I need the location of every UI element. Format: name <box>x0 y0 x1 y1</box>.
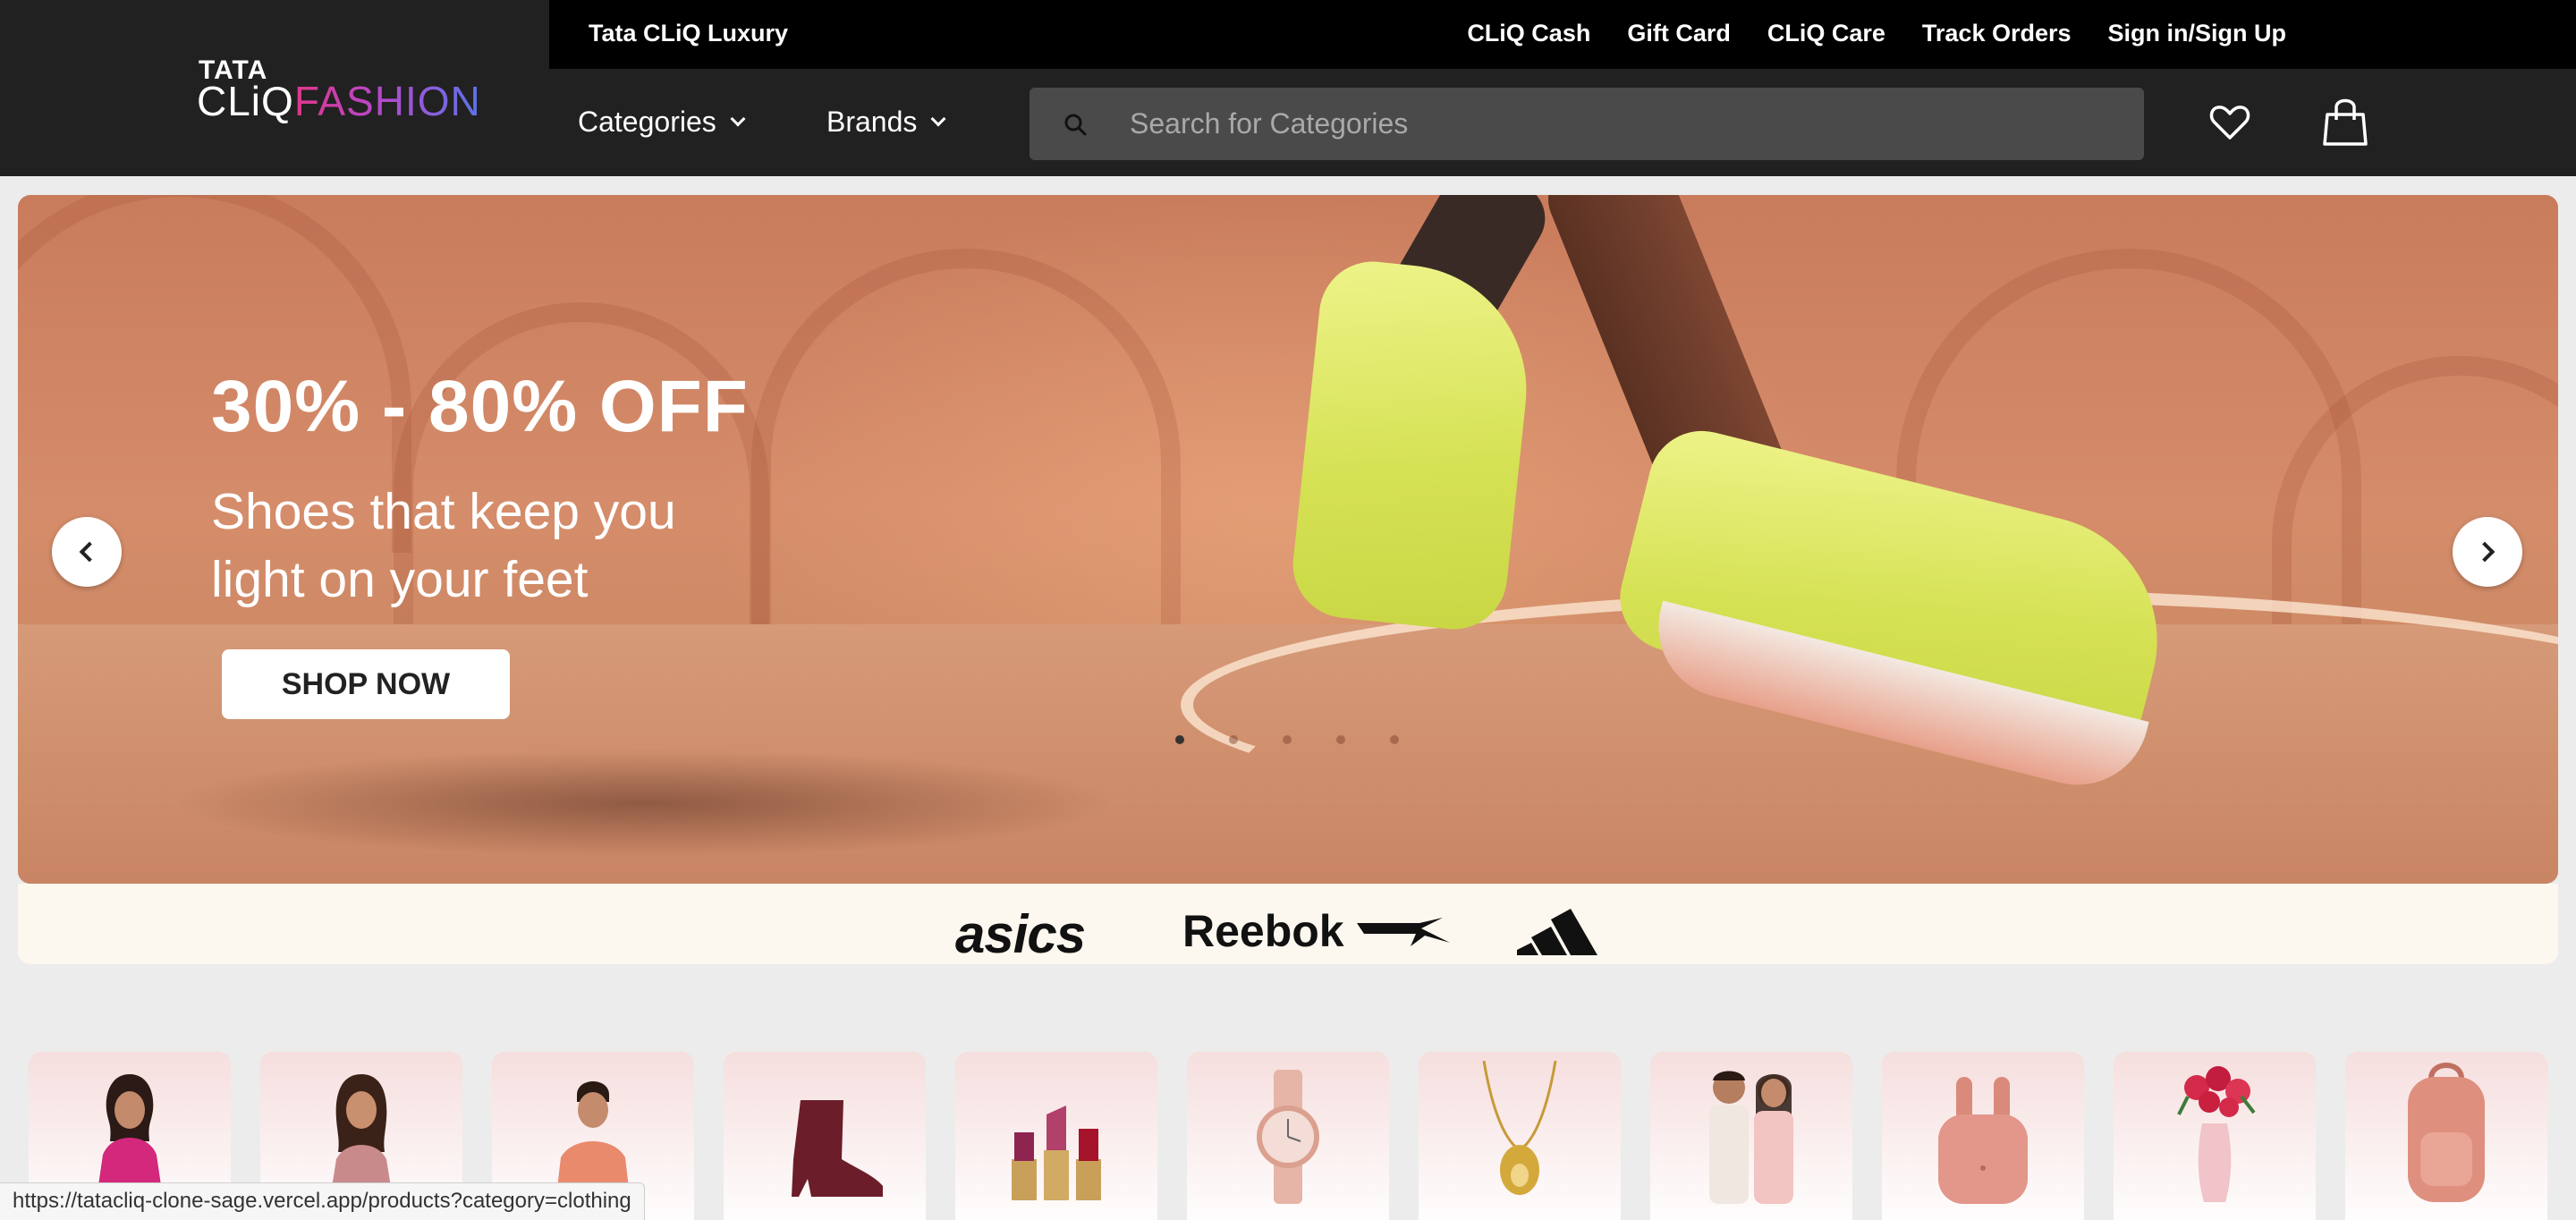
flower-vase-image <box>2177 1066 2256 1202</box>
lipsticks-image <box>1012 1106 1101 1200</box>
banner-shadow <box>18 732 1270 884</box>
banner-subtitle: Shoes that keep you light on your feet <box>211 483 676 608</box>
reebok-vector-icon <box>1356 918 1450 946</box>
category-card-footwear[interactable] <box>724 1052 926 1220</box>
logo-wordmark: CLiQFASHION <box>197 77 481 125</box>
banner-title: 30% - 80% OFF <box>211 366 749 447</box>
category-card-home[interactable] <box>2114 1052 2316 1220</box>
utility-links: CLiQ Cash Gift Card CLiQ Care Track Orde… <box>1467 20 2286 47</box>
cliq-cash-link[interactable]: CLiQ Cash <box>1467 20 1590 47</box>
asics-logo: asics <box>955 904 1086 964</box>
search-bar <box>1030 88 2144 160</box>
hero-banner[interactable]: 30% - 80% OFF Shoes that keep you light … <box>18 195 2558 884</box>
chevron-left-icon <box>79 541 100 563</box>
category-card-kids[interactable] <box>1650 1052 1852 1220</box>
backpack-image <box>2408 1063 2485 1202</box>
cliq-care-link[interactable]: CLiQ Care <box>1767 20 1885 47</box>
categories-dropdown[interactable]: Categories <box>578 106 746 139</box>
top-utility-bar: Tata CLiQ Luxury CLiQ Cash Gift Card CLi… <box>549 0 2576 69</box>
status-bar-url: https://tatacliq-clone-sage.vercel.app/p… <box>0 1182 645 1220</box>
heart-icon[interactable] <box>2209 104 2250 141</box>
carousel-dot[interactable] <box>1336 735 1345 744</box>
page: TATA CLiQFASHION Tata CLiQ Luxury CLiQ C… <box>0 0 2576 1220</box>
kids-image <box>1709 1071 1793 1204</box>
reebok-logo: Reebok <box>1182 905 1452 957</box>
track-orders-link[interactable]: Track Orders <box>1922 20 2072 47</box>
category-card-beauty[interactable] <box>955 1052 1157 1220</box>
carousel-dot[interactable] <box>1175 735 1184 744</box>
brands-dropdown[interactable]: Brands <box>826 106 946 139</box>
chevron-down-icon <box>930 111 946 126</box>
brands-label: Brands <box>826 106 918 138</box>
logo-cliq-text: CLiQ <box>197 78 294 124</box>
chevron-right-icon <box>2474 541 2496 563</box>
carousel-dots <box>1175 735 1399 744</box>
logo-fashion-text: FASHION <box>293 78 481 124</box>
category-card-jewellery[interactable] <box>1419 1052 1621 1220</box>
chevron-down-icon <box>730 111 746 126</box>
carousel-dot[interactable] <box>1390 735 1399 744</box>
shopping-bag-icon[interactable] <box>2322 97 2368 147</box>
search-input[interactable] <box>1130 88 2114 160</box>
carousel-prev-button[interactable] <box>52 517 122 587</box>
ankle-boot-image <box>792 1100 883 1197</box>
carousel-dot[interactable] <box>1229 735 1238 744</box>
carousel-dot[interactable] <box>1283 735 1292 744</box>
gold-necklace-image <box>1482 1061 1557 1195</box>
tata-cliq-luxury-link[interactable]: Tata CLiQ Luxury <box>589 20 788 47</box>
sign-in-link[interactable]: Sign in/Sign Up <box>2108 20 2286 47</box>
categories-label: Categories <box>578 106 716 138</box>
gift-card-link[interactable]: Gift Card <box>1627 20 1731 47</box>
search-icon <box>1064 114 1087 136</box>
category-card-watches[interactable] <box>1187 1052 1389 1220</box>
shop-now-button[interactable]: SHOP NOW <box>222 649 510 719</box>
banner-arch-decoration <box>751 249 1181 624</box>
site-header: TATA CLiQFASHION Tata CLiQ Luxury CLiQ C… <box>0 0 2576 176</box>
category-card-electronics[interactable] <box>1882 1052 2084 1220</box>
earbuds-image <box>1938 1077 2028 1204</box>
reebok-wordmark: Reebok <box>1182 906 1344 956</box>
adidas-logo <box>1517 909 1597 955</box>
wrist-watch-image <box>1257 1070 1319 1204</box>
tata-cliq-fashion-logo[interactable]: TATA CLiQFASHION <box>0 0 549 176</box>
category-card-bags[interactable] <box>2345 1052 2547 1220</box>
running-shoe-back <box>1287 256 1539 635</box>
carousel-next-button[interactable] <box>2453 517 2522 587</box>
